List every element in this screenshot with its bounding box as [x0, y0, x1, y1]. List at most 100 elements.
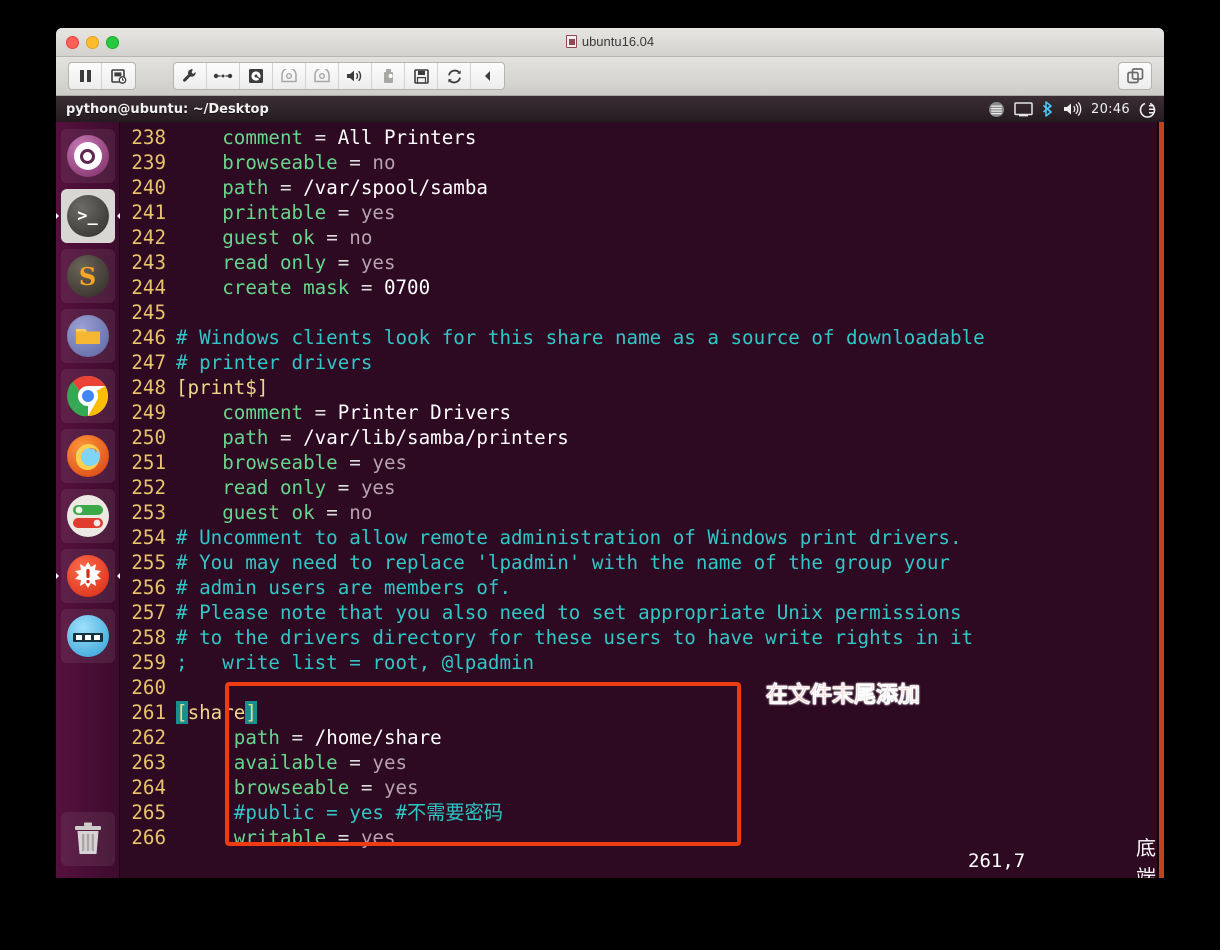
- code-token: yes: [372, 451, 407, 474]
- line-content: path = /home/share: [176, 725, 1158, 750]
- line-content: browseable = yes: [176, 775, 1158, 800]
- line-number: 249: [120, 400, 176, 425]
- launcher-item-system-settings[interactable]: [61, 489, 115, 543]
- line-content: comment = Printer Drivers: [176, 400, 1158, 425]
- line-number: 255: [120, 550, 176, 575]
- launcher-item-firefox[interactable]: [61, 429, 115, 483]
- launcher-item-bug-reporter[interactable]: [61, 549, 115, 603]
- code-token: # admin users are members of.: [176, 576, 511, 599]
- code-token: [print$]: [176, 376, 268, 399]
- line-number: 252: [120, 475, 176, 500]
- panel-clock[interactable]: 20:46: [1091, 102, 1130, 117]
- floppy-icon[interactable]: [405, 63, 438, 89]
- line-content: guest ok = no: [176, 225, 1158, 250]
- annotation-text: 在文件末尾添加: [766, 681, 936, 711]
- cdrom-icon[interactable]: [306, 63, 339, 89]
- line-number: 245: [120, 300, 176, 325]
- code-token: #public = yes #不需要密码: [234, 801, 503, 824]
- line-number: 253: [120, 500, 176, 525]
- code-token: [176, 126, 222, 149]
- terminal-window[interactable]: 238 comment = All Printers239 browseable…: [120, 122, 1164, 878]
- code-token: [176, 151, 222, 174]
- editor-line: 257# Please note that you also need to s…: [120, 600, 1158, 625]
- launcher-item-sublime-text[interactable]: S: [61, 249, 115, 303]
- code-token: read only: [222, 251, 326, 274]
- code-token: [176, 276, 222, 299]
- code-token: guest ok: [222, 501, 314, 524]
- editor-line: 241 printable = yes: [120, 200, 1158, 225]
- line-content: available = yes: [176, 750, 1158, 775]
- editor-line: 248[print$]: [120, 375, 1158, 400]
- usb-icon[interactable]: [372, 63, 405, 89]
- ubuntu-logo-icon: [67, 135, 109, 177]
- line-number: 264: [120, 775, 176, 800]
- folder-icon: [67, 315, 109, 357]
- caret-left-icon[interactable]: [471, 63, 504, 89]
- line-number: 240: [120, 175, 176, 200]
- editor-line: 264 browseable = yes: [120, 775, 1158, 800]
- editor-line: 246# Windows clients look for this share…: [120, 325, 1158, 350]
- line-content: # admin users are members of.: [176, 575, 1158, 600]
- line-number: 257: [120, 600, 176, 625]
- speaker-icon[interactable]: [1063, 102, 1082, 116]
- code-token: yes: [361, 201, 396, 224]
- code-token: =: [303, 401, 338, 424]
- vm-window: ubuntu16.04: [56, 28, 1164, 878]
- display-icon[interactable]: [1014, 102, 1033, 117]
- speaker-icon[interactable]: [339, 63, 372, 89]
- code-token: yes: [384, 776, 419, 799]
- cdrom-icon[interactable]: [273, 63, 306, 89]
- keyboard-icon[interactable]: [988, 101, 1005, 118]
- code-token: ; write list = root, @lpadmin: [176, 651, 534, 674]
- line-content: read only = yes: [176, 250, 1158, 275]
- vim-editor[interactable]: 238 comment = All Printers239 browseable…: [120, 122, 1158, 878]
- code-token: path: [222, 176, 268, 199]
- sync-icon[interactable]: [438, 63, 471, 89]
- pause-icon[interactable]: [69, 63, 102, 89]
- code-token: no: [372, 151, 395, 174]
- power-icon[interactable]: [1139, 101, 1156, 118]
- wrench-icon[interactable]: [174, 63, 207, 89]
- editor-line: 253 guest ok = no: [120, 500, 1158, 525]
- code-token: =: [326, 251, 361, 274]
- network-icon[interactable]: [207, 63, 240, 89]
- editor-line: 244 create mask = 0700: [120, 275, 1158, 300]
- editor-line: 258# to the drivers directory for these …: [120, 625, 1158, 650]
- editor-line: 250 path = /var/lib/samba/printers: [120, 425, 1158, 450]
- bluetooth-icon[interactable]: [1042, 101, 1054, 117]
- window-titlebar: ubuntu16.04: [56, 28, 1164, 57]
- code-token: no: [349, 501, 372, 524]
- code-token: [176, 401, 222, 424]
- editor-line: 251 browseable = yes: [120, 450, 1158, 475]
- launcher-item-google-chrome[interactable]: [61, 369, 115, 423]
- code-token: =: [349, 276, 384, 299]
- code-token: # You may need to replace 'lpadmin' with…: [176, 551, 950, 574]
- launcher-item-files[interactable]: [61, 309, 115, 363]
- code-token: read only: [222, 476, 326, 499]
- launcher-item-dash-home[interactable]: [61, 129, 115, 183]
- code-token: [176, 451, 222, 474]
- harddisk-icon[interactable]: [240, 63, 273, 89]
- launcher-item-trash[interactable]: [61, 812, 115, 866]
- workspace-icon: [67, 615, 109, 657]
- line-number: 246: [120, 325, 176, 350]
- launcher-item-terminal[interactable]: >_: [61, 189, 115, 243]
- code-token: [176, 201, 222, 224]
- launcher-item-workspace-switcher[interactable]: [61, 609, 115, 663]
- code-token: comment: [222, 126, 303, 149]
- window-title: ubuntu16.04: [582, 34, 654, 49]
- code-token: =: [315, 226, 350, 249]
- editor-line: 240 path = /var/spool/samba: [120, 175, 1158, 200]
- code-token: Printer Drivers: [338, 401, 511, 424]
- code-token: browseable: [222, 451, 338, 474]
- snapshot-icon[interactable]: [102, 63, 135, 89]
- code-token: # printer drivers: [176, 351, 372, 374]
- line-content: ; write list = root, @lpadmin: [176, 650, 1158, 675]
- line-number: 250: [120, 425, 176, 450]
- code-token: # Uncomment to allow remote administrati…: [176, 526, 962, 549]
- line-number: 251: [120, 450, 176, 475]
- line-number: 239: [120, 150, 176, 175]
- code-token: =: [349, 776, 384, 799]
- vm-app-icon: [566, 35, 577, 48]
- fullscreen-button[interactable]: [1118, 62, 1152, 90]
